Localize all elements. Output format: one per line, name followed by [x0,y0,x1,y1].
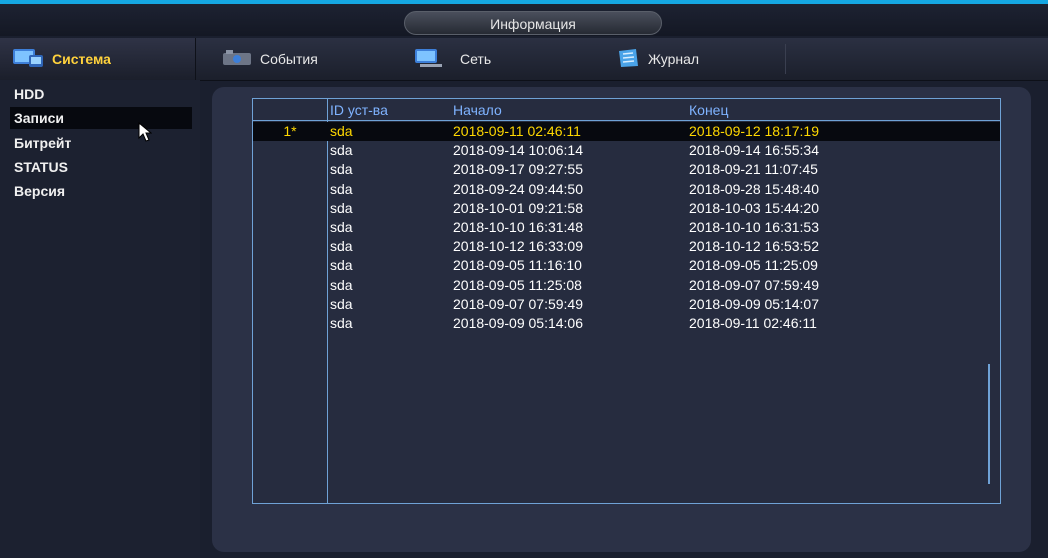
table-header: ID уст-ва Начало Конец [253,101,1000,121]
row-start-time: 2018-09-07 07:59:49 [453,295,583,312]
row-device: sda [330,161,353,178]
events-icon [222,48,252,71]
tab-separator [785,44,786,74]
row-device: sda [330,238,353,255]
row-end-time: 2018-09-05 11:25:09 [689,257,818,274]
tab-log-label: Журнал [648,51,700,67]
records-table: ID уст-ва Начало Конец 1* sda 2018-09-11 0… [252,98,1001,504]
row-device: sda [330,219,353,235]
row-device: sda [330,142,353,159]
row-start-time: 2018-09-14 10:06:14 [453,142,583,159]
table-row[interactable]: sda 2018-10-10 16:31:48 2018-10-10 16:31:5… [253,218,1000,237]
row-device: sda [330,257,353,274]
row-device: sda [330,276,353,293]
row-start-time: 2018-09-05 11:25:08 [453,276,582,293]
tab-bar: Система События Сеть Журнал [0,38,1048,81]
row-end-time: 2018-10-12 16:53:52 [689,238,819,255]
row-start-time: 2018-10-01 09:21:58 [453,199,583,216]
row-device: sda [330,199,353,216]
table-row[interactable]: sda 2018-09-05 11:16:10 2018-09-05 11:25:0… [253,256,1000,275]
tab-network-label: Сеть [460,51,492,67]
tab-system-label: Система [52,51,111,67]
row-device: sda [330,315,353,331]
row-start-time: 2018-09-09 05:14:06 [453,315,583,331]
title-bar: Информация [0,4,1048,36]
row-end-time: 2018-10-03 15:44:20 [689,199,819,216]
sidebar-item-bitrate[interactable]: Битрейт [10,132,192,154]
tab-events-label: События [260,51,318,67]
row-end-time: 2018-09-28 15:48:40 [689,180,819,197]
sidebar-item-hdd[interactable]: HDD [10,83,192,105]
row-index: 1* [283,123,297,139]
sidebar-item-records[interactable]: Записи [10,107,192,129]
tab-log[interactable]: Журнал [604,38,786,80]
row-device: sda [330,295,353,312]
table-row[interactable]: sda 2018-09-14 10:06:14 2018-09-14 16:55:3… [253,141,1000,160]
row-end-time: 2018-09-12 18:17:19 [689,123,819,139]
row-start-time: 2018-09-24 09:44:50 [453,180,583,197]
row-end-time: 2018-10-10 16:31:53 [689,219,819,235]
mouse-cursor-icon [138,121,153,147]
sidebar-item-status[interactable]: STATUS [10,156,192,178]
log-icon [616,48,640,71]
row-start-time: 2018-09-11 02:46:11 [453,123,581,139]
tab-system[interactable]: Система [0,38,196,80]
row-end-time: 2018-09-14 16:55:34 [689,142,819,159]
column-header-device[interactable]: ID уст-ва [330,101,388,120]
row-end-time: 2018-09-11 02:46:11 [689,315,817,331]
network-icon [414,47,444,72]
sidebar-item-version[interactable]: Версия [10,180,192,202]
row-start-time: 2018-09-17 09:27:55 [453,161,583,178]
table-row[interactable]: 1* sda 2018-09-11 02:46:11 2018-09-12 18:17… [253,122,1000,141]
row-start-time: 2018-10-10 16:31:48 [453,219,583,235]
row-start-time: 2018-09-05 11:16:10 [453,257,582,274]
table-row[interactable]: sda 2018-09-24 09:44:50 2018-09-28 15:48:4… [253,180,1000,199]
row-device: sda [330,180,353,197]
table-scrollbar[interactable] [988,364,990,484]
row-start-time: 2018-10-12 16:33:09 [453,238,583,255]
app-window: Информация Система События Сеть Журнал H… [0,0,1048,558]
table-row[interactable]: sda 2018-10-12 16:33:09 2018-10-12 16:53:5… [253,237,1000,256]
table-row[interactable]: sda 2018-09-17 09:27:55 2018-09-21 11:07:4… [253,160,1000,179]
sidebar: HDD Записи Битрейт STATUS Версия [0,80,200,558]
row-device: sda [330,123,353,139]
column-header-start[interactable]: Начало [453,101,502,120]
column-header-end[interactable]: Конец [689,101,728,120]
table-row[interactable]: sda 2018-10-01 09:21:58 2018-10-03 15:44:2… [253,199,1000,218]
tab-network[interactable]: Сеть [402,38,592,80]
tab-events[interactable]: События [210,38,400,80]
table-row[interactable]: sda 2018-09-07 07:59:49 2018-09-09 05:14:0… [253,295,1000,314]
system-icon [12,46,44,73]
row-end-time: 2018-09-07 07:59:49 [689,276,819,293]
row-end-time: 2018-09-09 05:14:07 [689,295,819,312]
table-row[interactable]: sda 2018-09-09 05:14:06 2018-09-11 02:46:1… [253,314,1000,333]
table-row[interactable]: sda 2018-09-05 11:25:08 2018-09-07 07:59:4… [253,276,1000,295]
window-title: Информация [404,11,662,35]
row-end-time: 2018-09-21 11:07:45 [689,161,818,178]
